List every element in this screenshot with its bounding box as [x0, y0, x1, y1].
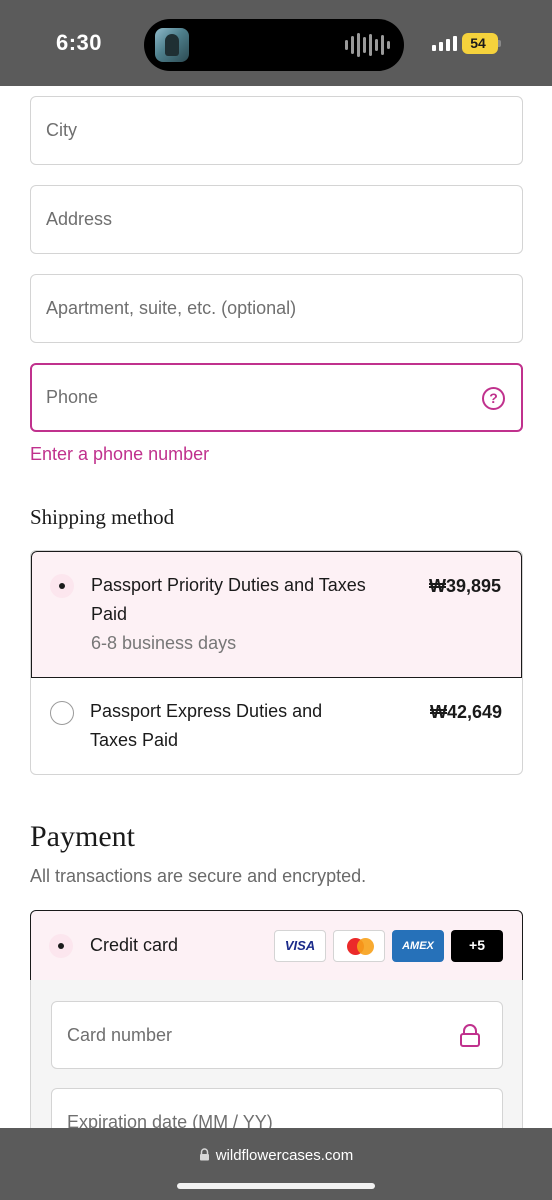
credit-card-form: Card number Expiration date (MM / YY) — [30, 980, 523, 1156]
address-bar[interactable]: wildflowercases.com — [0, 1147, 552, 1164]
city-placeholder: City — [46, 120, 77, 140]
shipping-option-eta: 6-8 business days — [91, 633, 237, 653]
payment-subtitle: All transactions are secure and encrypte… — [30, 866, 367, 886]
status-bar: 6:30 54 — [0, 0, 552, 86]
phone-field[interactable]: Phone ? — [30, 363, 523, 432]
city-field[interactable]: City — [30, 96, 523, 165]
shipping-option-price: ₩42,649 — [429, 702, 502, 722]
shipping-option-name: Passport Priority Duties and Taxes Paid — [91, 575, 366, 624]
shipping-method-title: Shipping method — [30, 505, 175, 529]
audio-waveform-icon — [345, 33, 390, 57]
phone-error-message: Enter a phone number — [30, 444, 210, 464]
payment-method-credit-card[interactable]: Credit card VISA AMEX +5 — [30, 910, 523, 981]
card-number-field[interactable]: Card number — [51, 1001, 503, 1069]
shipping-option-express[interactable]: Passport Express Duties and Taxes Paid ₩… — [31, 678, 522, 774]
lock-icon — [460, 1024, 480, 1047]
shipping-option-priority[interactable]: Passport Priority Duties and Taxes Paid … — [31, 551, 522, 678]
shipping-option-price: ₩39,895 — [428, 576, 501, 596]
apartment-field[interactable]: Apartment, suite, etc. (optional) — [30, 274, 523, 343]
mastercard-icon — [333, 930, 385, 962]
phone-placeholder: Phone — [46, 387, 99, 407]
battery-cap — [498, 40, 501, 47]
card-number-placeholder: Card number — [67, 1025, 173, 1045]
battery-level: 54 — [470, 35, 486, 51]
url-text: wildflowercases.com — [215, 1147, 354, 1164]
cellular-signal-icon — [432, 36, 457, 51]
payment-title: Payment — [30, 820, 135, 853]
visa-icon: VISA — [274, 930, 326, 962]
more-cards-badge[interactable]: +5 — [451, 930, 503, 962]
question-mark-icon[interactable]: ? — [482, 387, 505, 410]
now-playing-app-icon[interactable] — [155, 28, 189, 62]
address-field[interactable]: Address — [30, 185, 523, 254]
status-time: 6:30 — [56, 30, 103, 55]
shipping-option-name: Passport Express Duties and Taxes Paid — [90, 701, 323, 750]
battery-icon: 54 — [462, 33, 498, 54]
browser-bottom-bar: wildflowercases.com — [0, 1128, 552, 1200]
dynamic-island[interactable] — [144, 19, 404, 71]
payment-method-label: Credit card — [90, 935, 179, 955]
amex-icon: AMEX — [392, 930, 444, 962]
padlock-icon — [199, 1147, 210, 1164]
shipping-options: Passport Priority Duties and Taxes Paid … — [30, 550, 523, 775]
radio-unselected-icon[interactable] — [50, 701, 74, 725]
apartment-placeholder: Apartment, suite, etc. (optional) — [46, 298, 297, 318]
radio-selected-icon[interactable] — [49, 934, 73, 958]
home-indicator[interactable] — [177, 1183, 375, 1189]
radio-selected-icon[interactable] — [50, 574, 74, 598]
address-placeholder: Address — [46, 209, 113, 229]
